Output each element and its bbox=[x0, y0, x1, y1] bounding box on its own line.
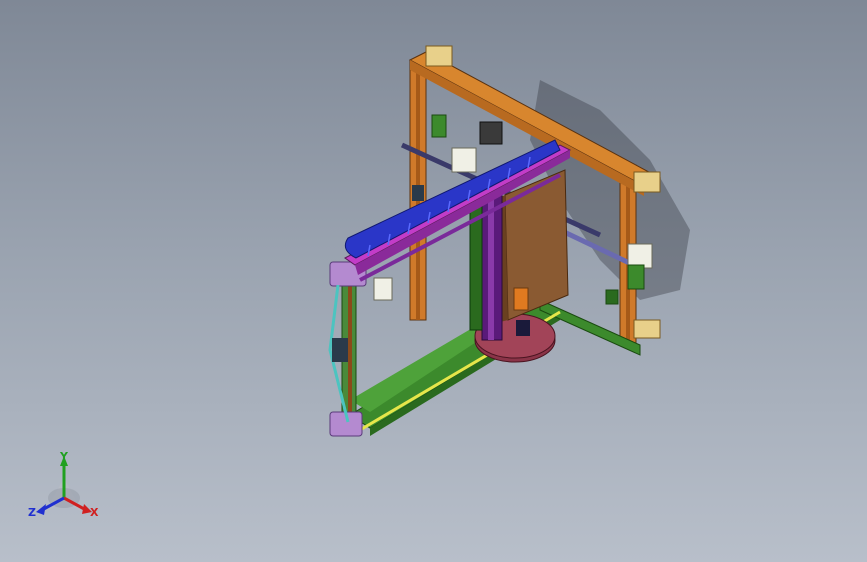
cad-viewport[interactable]: Y X Z bbox=[0, 0, 867, 562]
triad-x-label: X bbox=[90, 506, 99, 519]
triad-y-label: Y bbox=[59, 450, 69, 463]
orientation-triad[interactable]: Y X Z bbox=[28, 450, 99, 519]
triad-z-label: Z bbox=[28, 506, 36, 519]
